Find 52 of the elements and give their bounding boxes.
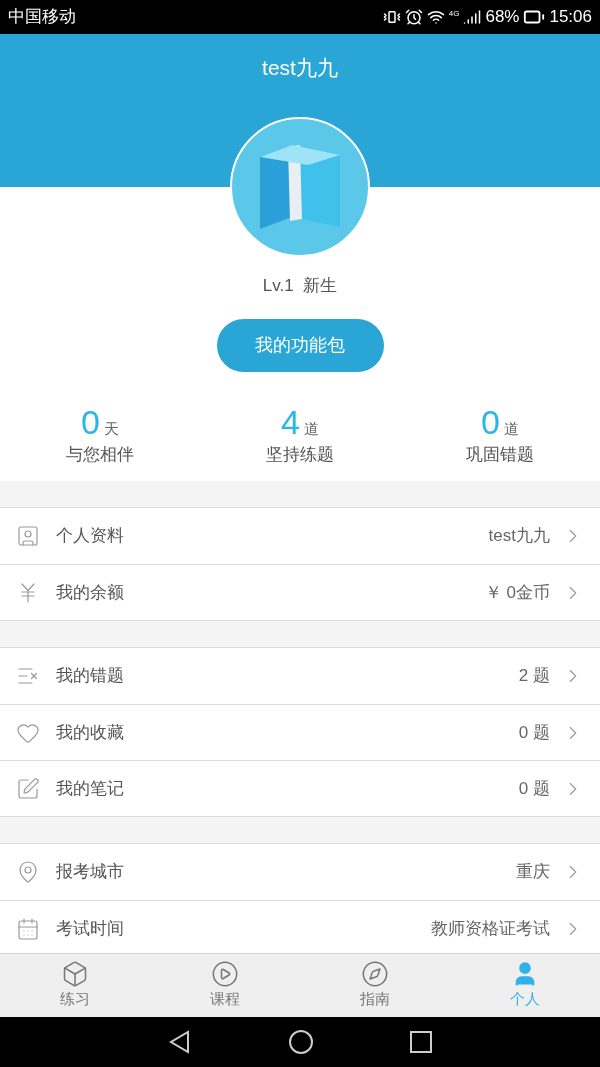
note-pencil-icon xyxy=(16,776,40,801)
battery-percent: 68% xyxy=(485,6,520,29)
row-label: 我的收藏 xyxy=(56,721,124,744)
map-pin-icon xyxy=(16,860,40,884)
menu-row[interactable]: 我的余额 ￥ 0金币 xyxy=(0,564,600,620)
play-icon xyxy=(211,960,239,989)
network-type: 4G xyxy=(448,8,460,21)
row-value: 教师资格证考试 xyxy=(431,917,550,940)
stat-unit: 道 xyxy=(303,418,319,439)
stat-unit: 道 xyxy=(503,418,519,439)
menu-row[interactable]: 我的错题 2 题 xyxy=(0,648,600,704)
stat-label: 巩固错题 xyxy=(466,443,534,466)
alarm-icon xyxy=(404,8,423,26)
row-value: test九九 xyxy=(488,525,550,548)
row-label: 报考城市 xyxy=(56,861,124,884)
stat-label: 坚持练题 xyxy=(266,443,334,466)
stat-unit: 天 xyxy=(103,418,119,439)
stat-value: 0 xyxy=(481,401,500,442)
home-icon[interactable] xyxy=(288,1029,314,1055)
row-label: 我的笔记 xyxy=(56,777,124,800)
stat-label: 与您相伴 xyxy=(66,443,134,466)
menu-row[interactable]: 我的笔记 0 题 xyxy=(0,760,600,816)
row-value: ￥ 0金币 xyxy=(484,581,550,604)
row-label: 我的余额 xyxy=(56,581,124,604)
back-icon[interactable] xyxy=(168,1030,192,1054)
menu-row[interactable]: 个人资料 test九九 xyxy=(0,508,600,564)
calendar-icon xyxy=(16,916,40,941)
tab[interactable]: 课程 xyxy=(150,954,300,1017)
tab[interactable]: 指南 xyxy=(300,954,450,1017)
vibrate-icon xyxy=(382,8,401,26)
menu-row[interactable]: 我的收藏 0 题 xyxy=(0,704,600,760)
cube-icon xyxy=(61,960,89,989)
recents-icon[interactable] xyxy=(410,1031,432,1053)
stat-value: 0 xyxy=(81,401,100,442)
page-title: test九九 xyxy=(262,55,338,81)
row-label: 个人资料 xyxy=(56,525,124,548)
clock-time: 15:06 xyxy=(549,6,592,29)
row-label: 我的错题 xyxy=(56,665,124,688)
contact-card-icon xyxy=(16,524,40,548)
row-value: 2 题 xyxy=(518,665,550,688)
level-text: Lv.1 新生 xyxy=(262,275,338,297)
row-value: 0 题 xyxy=(518,721,550,744)
carrier-name: 中国移动 xyxy=(8,6,76,29)
tab[interactable]: 练习 xyxy=(0,954,150,1017)
row-label: 考试时间 xyxy=(56,917,124,940)
compass-icon xyxy=(361,960,389,989)
signal-icon xyxy=(463,8,482,26)
wifi-icon xyxy=(426,8,445,26)
row-value: 0 题 xyxy=(518,777,550,800)
menu-row[interactable]: 报考城市 重庆 xyxy=(0,844,600,900)
row-value: 重庆 xyxy=(516,861,550,884)
stat-value: 4 xyxy=(281,401,300,442)
